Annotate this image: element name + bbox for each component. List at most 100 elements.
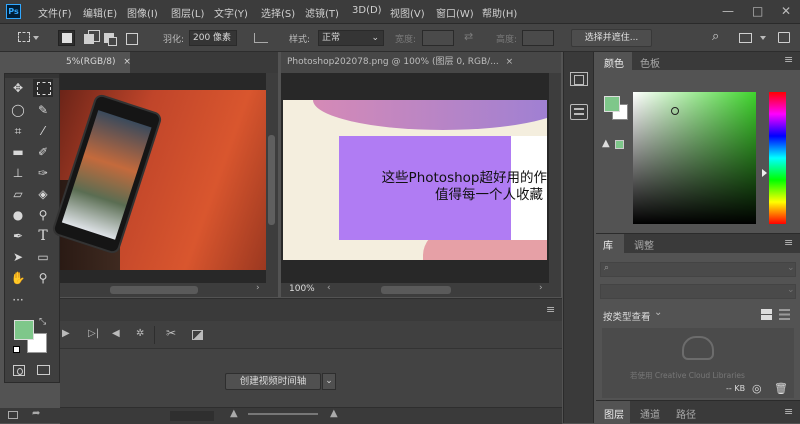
view-by-type[interactable]: 按类型查看 [603, 309, 651, 323]
more-tools-icon[interactable]: ··· [8, 291, 28, 309]
zoom-in-icon[interactable]: ▲ [330, 408, 338, 419]
color-fg-swatch[interactable] [604, 96, 620, 112]
rectangle-tool-icon[interactable]: ▭ [33, 248, 53, 266]
brush-tool-icon[interactable]: ✐ [33, 143, 53, 161]
grid-view-icon[interactable] [761, 309, 772, 320]
share-icon[interactable] [778, 32, 790, 43]
minimize-icon[interactable]: — [722, 4, 734, 18]
properties-panel-icon[interactable] [570, 104, 588, 120]
doc1-tab[interactable]: 5%(RGB/8) × [60, 52, 131, 73]
style-select[interactable]: 正常 ⌄ [318, 30, 384, 46]
chevron-down-icon[interactable]: ⌄ [322, 373, 336, 390]
chevron-right-icon[interactable]: › [539, 283, 543, 293]
eyedropper-tool-icon[interactable]: ⁄ [33, 122, 53, 140]
zoom-tool-icon[interactable]: ⚲ [33, 269, 53, 287]
panel-menu-icon[interactable]: ≡ [784, 53, 793, 66]
anti-alias-icon[interactable] [254, 33, 268, 43]
tab-swatches[interactable]: 色板 [640, 55, 660, 70]
tab-color[interactable]: 颜色 [604, 55, 624, 70]
quick-mask-icon[interactable] [13, 365, 25, 376]
eraser-tool-icon[interactable]: ▱ [8, 185, 28, 203]
menu-select[interactable]: 选择(S) [261, 5, 295, 20]
blur-tool-icon[interactable]: ● [8, 206, 28, 224]
color-picker-ring[interactable] [671, 107, 679, 115]
path-select-icon[interactable]: ➤ [8, 248, 28, 266]
workspace-icon[interactable] [739, 33, 752, 43]
library-select[interactable]: ⌄ [600, 284, 796, 299]
zoom-level[interactable]: 100% [289, 284, 315, 294]
menu-help[interactable]: 帮助(H) [482, 5, 517, 20]
doc1-hscroll-thumb[interactable] [110, 286, 198, 294]
tab-layers[interactable]: 图层 [604, 406, 624, 421]
quick-select-tool-icon[interactable]: ✎ [33, 101, 53, 119]
hand-tool-icon[interactable]: ✋ [8, 269, 28, 287]
intersect-selection-icon[interactable] [126, 33, 138, 45]
doc2-hscroll-thumb[interactable] [381, 286, 451, 294]
search-icon[interactable]: ⌕ [712, 29, 719, 44]
clone-stamp-icon[interactable]: ⊥ [8, 164, 28, 182]
feather-input[interactable]: 200 像素 [189, 30, 237, 46]
timeline-zoom-track[interactable] [170, 411, 214, 421]
select-and-mask-button[interactable]: 选择并遮住... [571, 29, 652, 47]
screen-mode-icon[interactable] [37, 365, 50, 375]
move-tool-icon[interactable]: ✥ [8, 79, 28, 97]
new-selection-button[interactable] [58, 30, 75, 46]
document-icon[interactable] [8, 411, 18, 419]
gear-icon[interactable]: ✲ [136, 328, 144, 339]
hue-slider[interactable] [769, 92, 786, 224]
tab-channels[interactable]: 通道 [640, 406, 660, 421]
close-tab-icon[interactable]: × [506, 57, 514, 67]
paint-bucket-icon[interactable]: ◈ [33, 185, 53, 203]
dodge-tool-icon[interactable]: ⚲ [33, 206, 53, 224]
menu-type[interactable]: 文字(Y) [214, 5, 248, 20]
menu-image[interactable]: 图像(I) [127, 5, 158, 20]
menu-edit[interactable]: 编辑(E) [83, 5, 117, 20]
type-tool-icon[interactable]: T [33, 227, 53, 245]
export-icon[interactable]: ➦ [32, 408, 40, 419]
history-panel-icon[interactable] [570, 72, 588, 86]
pen-tool-icon[interactable]: ✒ [8, 227, 28, 245]
timeline-zoom-slider[interactable] [248, 413, 318, 415]
tab-adjust[interactable]: 调整 [634, 237, 654, 252]
hue-slider-handle[interactable] [762, 169, 767, 177]
crop-tool-icon[interactable]: ⌗ [8, 122, 28, 140]
tab-paths[interactable]: 路径 [676, 406, 696, 421]
default-colors-icon[interactable] [13, 346, 20, 353]
sync-icon[interactable]: ◎ [752, 382, 762, 395]
swap-colors-icon[interactable]: ⤡ [39, 317, 46, 327]
zoom-out-icon[interactable]: ▲ [230, 408, 238, 419]
chevron-left-icon[interactable]: ‹ [327, 283, 331, 293]
doc2-vscroll[interactable] [549, 73, 561, 283]
marquee-tool-icon[interactable] [33, 79, 53, 97]
transition-icon[interactable] [192, 330, 203, 340]
doc1-vscroll-thumb[interactable] [268, 135, 275, 225]
menu-view[interactable]: 视图(V) [390, 5, 425, 20]
panel-menu-icon[interactable]: ≡ [784, 236, 793, 249]
panel-menu-icon[interactable]: ≡ [546, 303, 555, 316]
foreground-color-swatch[interactable] [14, 320, 34, 340]
doc1-hscroll[interactable]: › [60, 283, 278, 297]
close-icon[interactable]: ✕ [781, 4, 791, 18]
menu-filter[interactable]: 滤镜(T) [305, 5, 339, 20]
maximize-icon[interactable]: □ [752, 4, 763, 18]
step-back-icon[interactable]: ◀ [112, 328, 120, 339]
marquee-preset-icon[interactable] [18, 32, 30, 42]
history-brush-icon[interactable]: ✑ [33, 164, 53, 182]
gamut-swatch[interactable] [615, 140, 624, 149]
create-timeline-button[interactable]: 创建视频时间轴 [225, 373, 321, 390]
trash-icon[interactable]: 🗑 [774, 382, 788, 395]
scissors-icon[interactable]: ✂ [166, 326, 176, 340]
toolbar-grip[interactable] [5, 74, 59, 78]
list-view-icon[interactable] [779, 309, 790, 320]
doc2-tab[interactable]: Photoshop202078.png @ 100% (图层 0, RGB/..… [281, 52, 561, 73]
chevron-right-icon[interactable]: › [256, 283, 260, 293]
doc1-vscroll[interactable] [266, 73, 278, 283]
healing-brush-icon[interactable]: ▬ [8, 143, 28, 161]
play-icon[interactable]: ▶ [62, 328, 70, 339]
step-forward-icon[interactable]: ▷| [88, 328, 99, 339]
chevron-down-icon[interactable] [33, 36, 39, 40]
menu-file[interactable]: 文件(F) [38, 5, 72, 20]
color-field[interactable] [633, 92, 756, 224]
library-search-input[interactable]: ⌕ ⌄ [600, 262, 796, 277]
menu-layer[interactable]: 图层(L) [171, 5, 204, 20]
